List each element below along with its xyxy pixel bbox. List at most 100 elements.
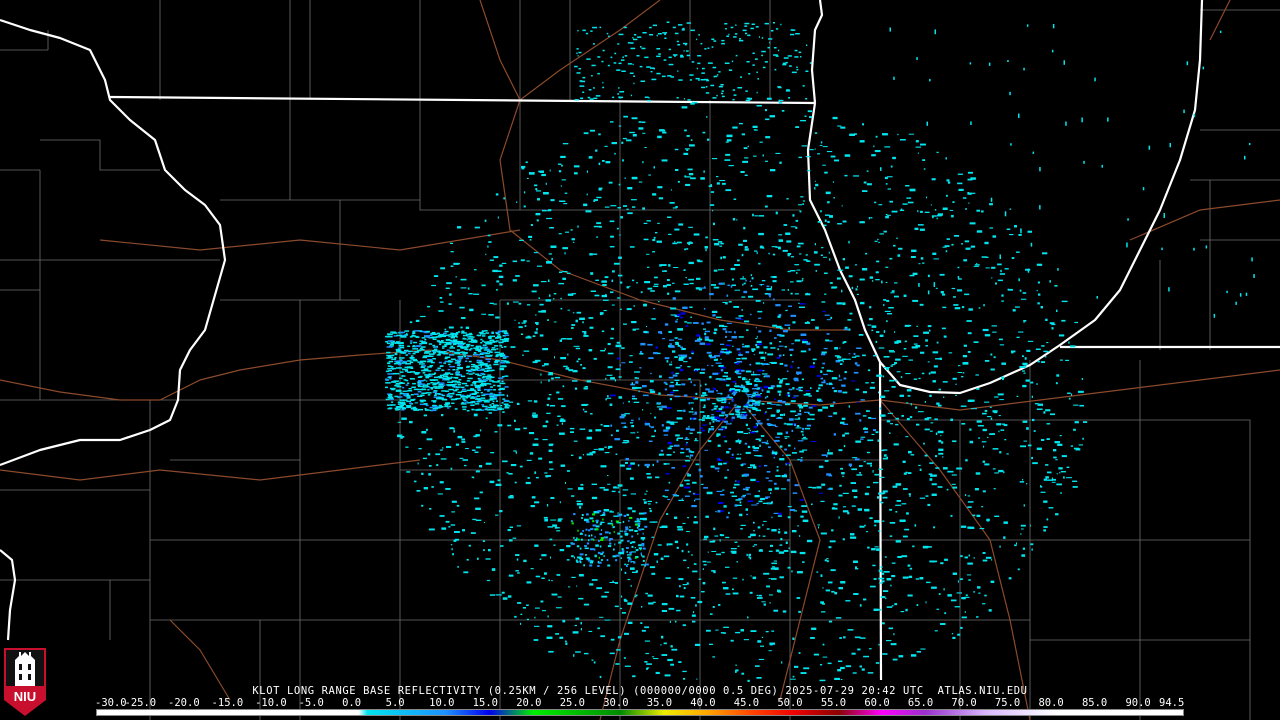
echo-pixel bbox=[451, 340, 458, 342]
echo-pixel bbox=[943, 467, 948, 470]
echo-pixel bbox=[734, 389, 741, 392]
echo-pixel bbox=[970, 177, 976, 180]
echo-pixel bbox=[738, 351, 741, 353]
echo-pixel bbox=[828, 620, 833, 623]
echo-pixel bbox=[546, 261, 552, 264]
echo-pixel bbox=[794, 339, 801, 342]
echo-pixel bbox=[760, 284, 762, 286]
echo-pixel bbox=[813, 362, 815, 365]
echo-pixel bbox=[645, 652, 649, 655]
echo-pixel bbox=[1055, 513, 1059, 516]
echo-pixel bbox=[827, 220, 830, 223]
echo-pixel bbox=[499, 382, 506, 385]
echo-pixel bbox=[792, 397, 796, 399]
echo-pixel bbox=[915, 578, 920, 580]
echo-pixel bbox=[957, 266, 960, 269]
echo-pixel bbox=[686, 149, 689, 151]
echo-pixel bbox=[445, 520, 450, 523]
echo-pixel bbox=[897, 556, 902, 558]
echo-pixel bbox=[515, 554, 520, 556]
echo-pixel bbox=[406, 332, 408, 335]
echo-pixel bbox=[565, 642, 568, 645]
echo-pixel bbox=[582, 367, 586, 370]
echo-pixel bbox=[744, 248, 749, 251]
echo-pixel bbox=[461, 351, 465, 353]
echo-pixel bbox=[468, 544, 471, 547]
echo-pixel bbox=[604, 591, 609, 593]
echo-pixel bbox=[601, 559, 603, 561]
echo-pixel bbox=[728, 391, 732, 393]
echo-pixel bbox=[754, 544, 757, 546]
echo-pixel bbox=[878, 468, 883, 470]
echo-pixel bbox=[548, 279, 550, 282]
echo-pixel bbox=[417, 462, 419, 465]
echo-pixel bbox=[664, 489, 669, 492]
echo-pixel bbox=[453, 430, 456, 433]
echo-pixel bbox=[562, 271, 568, 273]
echo-pixel bbox=[895, 483, 902, 486]
echo-pixel bbox=[820, 370, 823, 373]
echo-pixel bbox=[405, 405, 412, 407]
echo-pixel bbox=[982, 412, 987, 415]
echo-pixel bbox=[588, 156, 593, 159]
echo-pixel bbox=[718, 604, 721, 606]
echo-pixel bbox=[867, 324, 872, 326]
echo-pixel bbox=[437, 341, 443, 343]
echo-pixel bbox=[503, 403, 509, 405]
echo-pixel bbox=[969, 428, 972, 431]
echo-pixel bbox=[495, 332, 499, 335]
echo-pixel bbox=[449, 350, 454, 352]
echo-pixel bbox=[714, 328, 718, 331]
echo-pixel bbox=[797, 373, 799, 375]
echo-pixel bbox=[612, 511, 614, 513]
echo-pixel bbox=[923, 442, 925, 445]
echo-pixel bbox=[771, 529, 777, 532]
echo-pixel bbox=[785, 454, 791, 456]
echo-pixel bbox=[842, 475, 845, 477]
echo-pixel bbox=[904, 528, 910, 531]
echo-pixel bbox=[601, 280, 607, 283]
echo-pixel bbox=[644, 281, 651, 284]
echo-pixel bbox=[967, 562, 973, 565]
echo-pixel bbox=[889, 522, 896, 524]
echo-pixel bbox=[702, 568, 704, 570]
echo-pixel bbox=[664, 388, 667, 391]
echo-pixel bbox=[944, 558, 948, 561]
echo-pixel bbox=[640, 622, 643, 624]
echo-pixel bbox=[766, 195, 773, 198]
echo-pixel bbox=[408, 388, 412, 390]
echo-pixel bbox=[481, 313, 487, 315]
echo-pixel bbox=[387, 368, 392, 370]
echo-pixel bbox=[726, 516, 729, 519]
echo-pixel bbox=[882, 653, 888, 655]
echo-pixel bbox=[732, 592, 739, 595]
echo-pixel bbox=[479, 333, 486, 335]
echo-pixel bbox=[405, 370, 408, 372]
echo-pixel bbox=[827, 488, 832, 490]
echo-pixel bbox=[648, 440, 653, 442]
echo-pixel bbox=[517, 572, 520, 574]
echo-pixel bbox=[775, 304, 781, 307]
echo-pixel bbox=[752, 288, 758, 291]
echo-pixel bbox=[902, 460, 906, 463]
echo-pixel bbox=[774, 567, 779, 570]
echo-pixel bbox=[451, 511, 455, 513]
echo-pixel bbox=[610, 638, 615, 641]
echo-pixel bbox=[607, 352, 614, 355]
echo-pixel bbox=[856, 474, 863, 476]
echo-pixel bbox=[480, 372, 485, 375]
echo-pixel bbox=[646, 253, 650, 255]
echo-pixel bbox=[701, 429, 705, 432]
echo-pixel bbox=[508, 574, 514, 577]
echo-pixel bbox=[811, 319, 815, 321]
echo-pixel bbox=[451, 402, 455, 404]
echo-pixel bbox=[718, 428, 723, 431]
echo-pixel bbox=[795, 388, 802, 390]
echo-pixel bbox=[762, 154, 764, 157]
echo-pixel bbox=[1078, 444, 1083, 446]
echo-pixel bbox=[800, 430, 804, 433]
echo-pixel bbox=[908, 575, 913, 578]
echo-pixel bbox=[542, 425, 547, 428]
echo-pixel bbox=[484, 384, 487, 386]
echo-pixel bbox=[889, 257, 893, 260]
